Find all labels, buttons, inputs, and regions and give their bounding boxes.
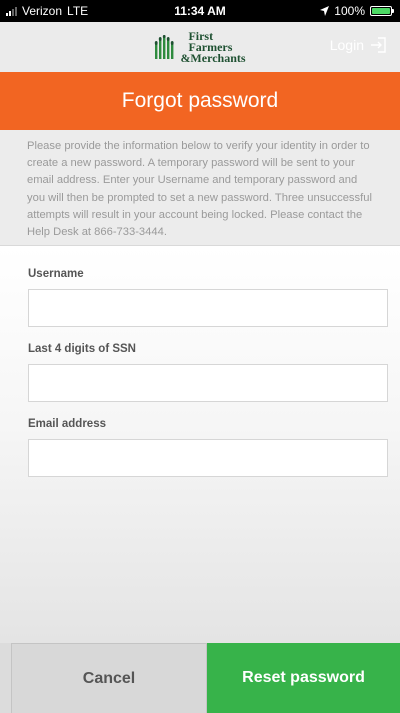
wheat-logo-icon <box>155 35 175 59</box>
logo-text: First Farmers &Merchants <box>180 30 246 65</box>
instructions-text: Please provide the information below to … <box>0 130 400 246</box>
page-title: Forgot password <box>0 72 400 130</box>
status-right: 100% <box>320 4 394 18</box>
carrier-name: Verizon <box>22 4 63 18</box>
ssn-label: Last 4 digits of SSN <box>28 343 136 355</box>
login-label: Login <box>329 37 364 53</box>
battery-icon <box>370 6 394 16</box>
ssn-group: Last 4 digits of SSN <box>28 343 388 402</box>
top-bar: First Farmers &Merchants Login <box>0 22 400 72</box>
signal-icon <box>6 6 17 16</box>
cancel-button[interactable]: Cancel <box>11 643 207 713</box>
status-left: Verizon LTE <box>6 4 88 18</box>
username-group: Username <box>28 268 388 327</box>
login-button[interactable]: Login <box>330 36 388 54</box>
forgot-password-form: Username Last 4 digits of SSN Email addr… <box>0 246 400 643</box>
bank-logo: First Farmers &Merchants <box>154 30 246 65</box>
reset-password-button[interactable]: Reset password <box>207 643 400 713</box>
location-arrow-icon <box>320 6 330 16</box>
email-input[interactable] <box>28 439 388 477</box>
action-bar: Cancel Reset password <box>0 643 400 713</box>
network-type: LTE <box>67 4 89 18</box>
email-label: Email address <box>28 418 106 430</box>
logo-line-3: &Merchants <box>180 50 246 65</box>
username-input[interactable] <box>28 289 388 327</box>
ssn-input[interactable] <box>28 364 388 402</box>
battery-percent: 100% <box>334 4 365 18</box>
username-label: Username <box>28 268 84 280</box>
status-bar: Verizon LTE 11:34 AM 100% <box>0 0 400 22</box>
login-arrow-icon <box>371 37 386 53</box>
email-group: Email address <box>28 418 388 477</box>
